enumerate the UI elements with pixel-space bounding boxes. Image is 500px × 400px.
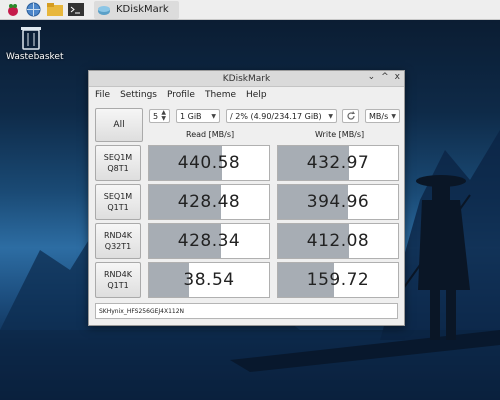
minimize-button[interactable]: ⌄ bbox=[368, 72, 376, 82]
test-button-1[interactable]: SEQ1M Q1T1 bbox=[95, 184, 141, 220]
raspberry-menu-icon[interactable] bbox=[4, 2, 21, 18]
refresh-button[interactable] bbox=[342, 109, 359, 123]
chevron-down-icon: ▼ bbox=[328, 112, 333, 120]
menu-theme[interactable]: Theme bbox=[205, 90, 236, 102]
test-params: Q8T1 bbox=[107, 164, 129, 173]
write-result-cell: 412.08 bbox=[277, 223, 399, 259]
write-result-value: 394.96 bbox=[306, 192, 370, 212]
read-result-cell: 428.34 bbox=[148, 223, 270, 259]
taskbar: KDiskMark bbox=[0, 0, 500, 20]
all-button[interactable]: All bbox=[95, 108, 143, 142]
read-result-cell: 38.54 bbox=[148, 262, 270, 298]
menu-help[interactable]: Help bbox=[246, 90, 267, 102]
close-button[interactable]: x bbox=[395, 72, 400, 82]
test-name: RND4K bbox=[103, 270, 133, 279]
wastebasket-label: Wastebasket bbox=[6, 52, 64, 62]
kdiskmark-icon bbox=[98, 5, 110, 15]
read-result-cell: 428.48 bbox=[148, 184, 270, 220]
loops-spinbox[interactable]: 5 ▲ ▼ bbox=[149, 109, 170, 123]
unit-select[interactable]: MB/s ▼ bbox=[365, 109, 400, 123]
write-result-cell: 394.96 bbox=[277, 184, 399, 220]
test-name: SEQ1M bbox=[103, 153, 133, 162]
file-manager-icon[interactable] bbox=[46, 2, 63, 18]
menu-profile[interactable]: Profile bbox=[167, 90, 195, 102]
test-button-3[interactable]: RND4K Q1T1 bbox=[95, 262, 141, 298]
test-name: RND4K bbox=[103, 231, 133, 240]
terminal-icon[interactable] bbox=[67, 2, 84, 18]
read-result-value: 440.58 bbox=[177, 153, 241, 173]
write-result-value: 159.72 bbox=[306, 270, 370, 290]
test-button-2[interactable]: RND4K Q32T1 bbox=[95, 223, 141, 259]
window-titlebar[interactable]: KDiskMark ⌄ ^ x bbox=[89, 71, 404, 87]
read-header: Read [MB/s] bbox=[186, 130, 235, 139]
device-status-field: SKHynix_HFS256GEJ4X112N bbox=[95, 303, 398, 319]
read-result-value: 38.54 bbox=[183, 270, 235, 290]
test-button-0[interactable]: SEQ1M Q8T1 bbox=[95, 145, 141, 181]
write-result-value: 432.97 bbox=[306, 153, 370, 173]
wastebasket-icon bbox=[21, 27, 41, 50]
location-select[interactable]: / 2% (4.90/234.17 GiB) ▼ bbox=[226, 109, 337, 123]
size-select[interactable]: 1 GiB ▼ bbox=[176, 109, 220, 123]
wastebasket-desktop-item[interactable]: Wastebasket bbox=[6, 24, 64, 62]
read-result-cell: 440.58 bbox=[148, 145, 270, 181]
taskbar-task-kdiskmark[interactable]: KDiskMark bbox=[94, 0, 179, 19]
web-browser-icon[interactable] bbox=[25, 2, 42, 18]
maximize-button[interactable]: ^ bbox=[381, 72, 389, 82]
write-header: Write [MB/s] bbox=[315, 130, 365, 139]
write-result-cell: 159.72 bbox=[277, 262, 399, 298]
write-result-value: 412.08 bbox=[306, 231, 370, 251]
test-params: Q1T1 bbox=[107, 281, 129, 290]
read-result-value: 428.48 bbox=[177, 192, 241, 212]
window-controls: ⌄ ^ x bbox=[368, 72, 400, 82]
chevron-down-icon: ▼ bbox=[391, 112, 396, 120]
kdiskmark-window: KDiskMark ⌄ ^ x File Settings Profile Th… bbox=[88, 70, 405, 326]
test-params: Q32T1 bbox=[104, 242, 132, 251]
menu-file[interactable]: File bbox=[95, 90, 110, 102]
test-params: Q1T1 bbox=[107, 203, 129, 212]
test-name: SEQ1M bbox=[103, 192, 133, 201]
menu-settings[interactable]: Settings bbox=[120, 90, 157, 102]
refresh-icon bbox=[346, 111, 355, 120]
write-result-cell: 432.97 bbox=[277, 145, 399, 181]
read-result-value: 428.34 bbox=[177, 231, 241, 251]
spin-arrows-icon: ▲ ▼ bbox=[161, 109, 166, 122]
window-title: KDiskMark bbox=[222, 73, 271, 84]
chevron-down-icon: ▼ bbox=[211, 112, 216, 120]
menubar: File Settings Profile Theme Help bbox=[89, 87, 404, 105]
taskbar-task-label: KDiskMark bbox=[116, 4, 169, 15]
